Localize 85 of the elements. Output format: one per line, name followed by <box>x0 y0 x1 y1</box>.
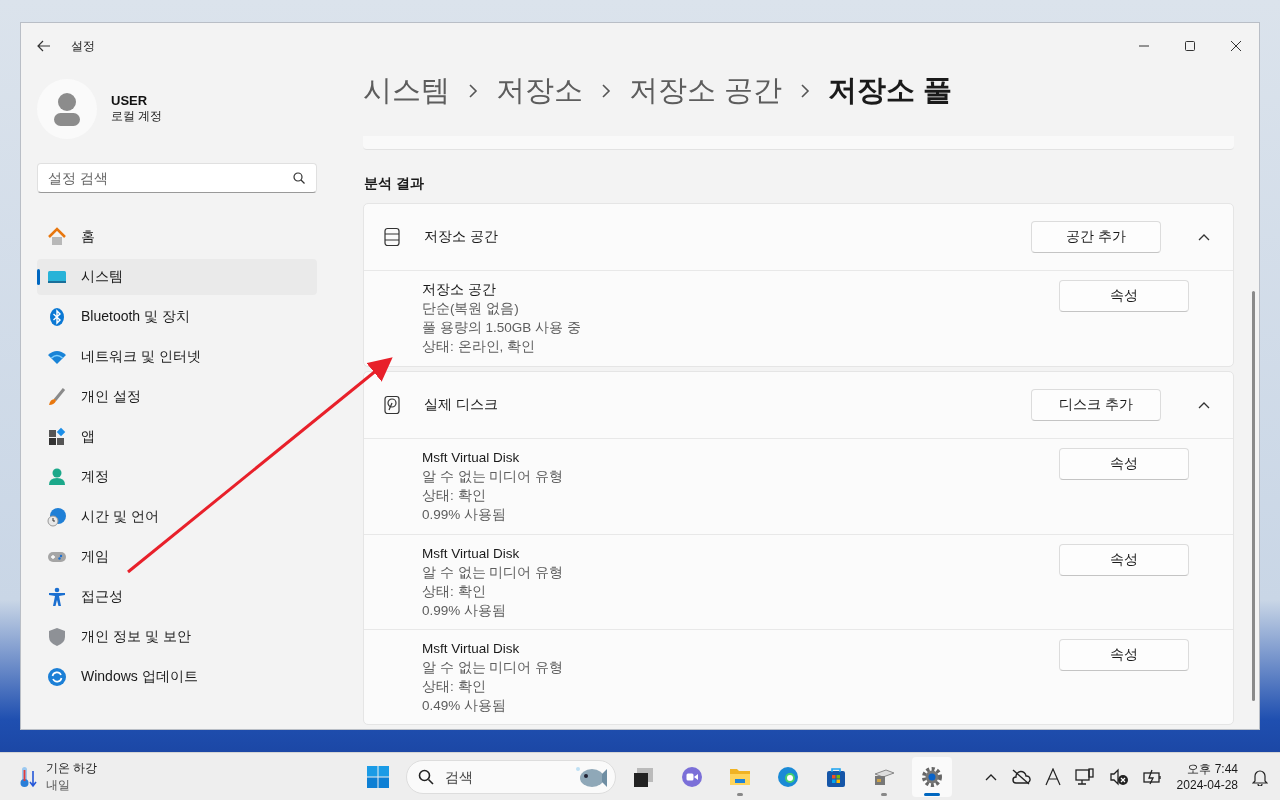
nav-item[interactable]: 게임 <box>37 539 317 575</box>
nav-item[interactable]: Bluetooth 및 장치 <box>37 299 317 335</box>
clock-date[interactable]: 2024-04-28 <box>1176 778 1238 792</box>
item-detail: 상태: 확인 <box>422 487 487 505</box>
item-detail: 상태: 확인 <box>422 583 487 601</box>
battery-charging-icon <box>1142 768 1163 785</box>
card-title: 실제 디스크 <box>424 396 499 414</box>
accessibility-icon <box>47 587 67 607</box>
video-chat-icon <box>680 764 704 789</box>
section-title: 분석 결과 <box>364 175 425 193</box>
person-icon <box>47 467 67 487</box>
bluetooth-icon <box>47 307 67 327</box>
font-icon <box>1044 767 1061 786</box>
account-type: 로컬 계정 <box>111 108 163 125</box>
close-icon <box>1231 41 1241 51</box>
gear-icon <box>920 764 944 789</box>
search-icon <box>293 172 305 184</box>
add-button[interactable]: 공간 추가 <box>1031 221 1161 253</box>
shield-icon <box>47 627 67 647</box>
page-title: 저장소 풀 <box>828 72 953 108</box>
window-title: 설정 <box>71 37 95 55</box>
properties-button[interactable]: 속성 <box>1059 280 1189 312</box>
item-detail: 알 수 없는 미디어 유형 <box>422 468 564 486</box>
taskbar-search[interactable]: 검색 <box>406 759 616 794</box>
item-detail: 0.99% 사용됨 <box>422 506 508 524</box>
item-detail: 알 수 없는 미디어 유형 <box>422 659 564 677</box>
chevron-right-icon <box>468 83 478 98</box>
item-title: Msft Virtual Disk <box>422 449 521 467</box>
item-detail: 상태: 확인 <box>422 678 487 696</box>
item-title: 저장소 공간 <box>422 281 497 299</box>
selection-indicator <box>37 269 40 285</box>
paintbrush-icon <box>47 387 67 407</box>
browser-icon <box>776 764 800 789</box>
nav-item[interactable]: 앱 <box>37 419 317 455</box>
item-detail: 알 수 없는 미디어 유형 <box>422 564 564 582</box>
back-arrow-icon <box>37 39 51 53</box>
chevron-up-icon <box>1198 401 1210 409</box>
storage-icon <box>382 227 402 247</box>
home-icon <box>47 227 67 247</box>
sync-icon <box>47 667 67 687</box>
properties-button[interactable]: 속성 <box>1059 448 1189 480</box>
nav-item[interactable]: 시간 및 언어 <box>37 499 317 535</box>
breadcrumb-link[interactable]: 저장소 <box>496 70 583 111</box>
bell-icon <box>1252 767 1268 786</box>
search-field[interactable]: 설정 검색 <box>37 163 317 193</box>
breadcrumb-link[interactable]: 저장소 공간 <box>629 70 783 111</box>
item-title: Msft Virtual Disk <box>422 640 521 658</box>
windows-logo-icon <box>366 764 390 789</box>
item-detail: 0.99% 사용됨 <box>422 602 508 620</box>
item-title: Msft Virtual Disk <box>422 545 521 563</box>
nav-item[interactable]: 홈 <box>37 219 317 255</box>
nav-item[interactable]: 시스템 <box>37 259 317 295</box>
nav-item[interactable]: 개인 설정 <box>37 379 317 415</box>
breadcrumb-link[interactable]: 시스템 <box>363 70 450 111</box>
chevron-right-icon <box>601 83 611 98</box>
nav-item[interactable]: 접근성 <box>37 579 317 615</box>
chevron-up-icon <box>984 772 997 781</box>
nav-item[interactable]: Windows 업데이트 <box>37 659 317 695</box>
apps-icon <box>47 427 67 447</box>
chevron-up-icon <box>1198 233 1210 241</box>
properties-button[interactable]: 속성 <box>1059 544 1189 576</box>
hard-drive-icon <box>382 395 402 415</box>
clock-time[interactable]: 오후 7:44 <box>1187 761 1238 778</box>
item-detail: 풀 용량의 1.50GB 사용 중 <box>422 319 582 337</box>
nav-item[interactable]: 개인 정보 및 보안 <box>37 619 317 655</box>
add-button[interactable]: 디스크 추가 <box>1031 389 1161 421</box>
network-icon <box>1074 767 1095 786</box>
search-icon <box>418 768 434 785</box>
globe-clock-icon <box>47 507 67 527</box>
nav-item[interactable]: 계정 <box>37 459 317 495</box>
weather-subtitle: 내일 <box>46 776 71 794</box>
nav-item[interactable]: 네트워크 및 인터넷 <box>37 339 317 375</box>
card-title: 저장소 공간 <box>424 228 499 246</box>
properties-button[interactable]: 속성 <box>1059 639 1189 671</box>
cloud-off-icon <box>1010 768 1031 785</box>
maximize-icon <box>1185 41 1195 51</box>
user-name: USER <box>111 93 149 108</box>
chevron-right-icon <box>800 83 811 98</box>
scrollbar[interactable] <box>1252 291 1255 701</box>
item-detail: 0.49% 사용됨 <box>422 697 508 715</box>
item-detail: 상태: 온라인, 확인 <box>422 338 536 356</box>
item-detail: 단순(복원 없음) <box>422 300 520 318</box>
speaker-muted-icon <box>1108 767 1129 786</box>
weather-title[interactable]: 기온 하강 <box>46 759 98 777</box>
thermometer-icon <box>18 764 38 789</box>
